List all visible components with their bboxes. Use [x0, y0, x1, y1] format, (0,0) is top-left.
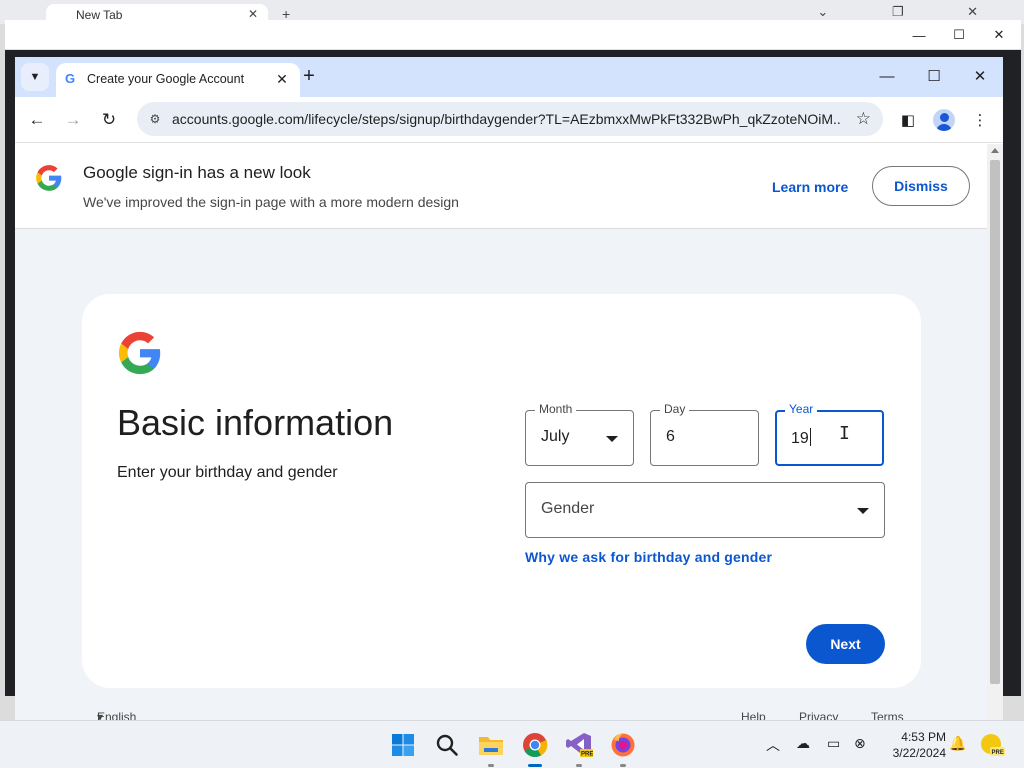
windows-start-icon[interactable]	[387, 729, 419, 761]
year-text: 19	[791, 430, 809, 447]
dismiss-button[interactable]: Dismiss	[872, 166, 970, 206]
chrome-icon[interactable]	[519, 729, 551, 767]
running-indicator	[576, 764, 582, 767]
page-title: Basic information	[117, 402, 394, 443]
running-indicator	[488, 764, 494, 767]
clock-time: 4:53 PM	[901, 730, 946, 744]
year-value: 19	[791, 428, 811, 448]
language-selector[interactable]: English (United States) ▾	[97, 710, 136, 720]
chevron-down-icon: ▼	[29, 71, 41, 83]
copilot-preview-icon[interactable]: PRE	[978, 731, 1006, 759]
day-label: Day	[660, 402, 690, 416]
month-label: Month	[535, 402, 577, 416]
preview-badge: PRE	[992, 750, 1004, 756]
chevron-up-icon[interactable]: ︿	[766, 735, 780, 755]
tab-strip: ▼ G Create your Google Account ✕ + — ☐ ✕	[15, 57, 1003, 97]
file-explorer-icon[interactable]	[475, 729, 507, 767]
url-text[interactable]: accounts.google.com/lifecycle/steps/sign…	[172, 111, 842, 127]
browser-toolbar: ← → ↻ ⚙ accounts.google.com/lifecycle/st…	[15, 97, 1003, 143]
running-indicator	[620, 764, 626, 767]
signup-card: Basic information Enter your birthday an…	[82, 294, 921, 688]
close-icon[interactable]: ✕	[979, 20, 1019, 50]
system-clock[interactable]: 4:53 PM 3/22/2024	[880, 729, 946, 761]
search-icon[interactable]	[431, 729, 463, 761]
month-select[interactable]: Month July	[525, 402, 634, 466]
forward-icon[interactable]: →	[60, 107, 86, 133]
window-controls: ⌄ ❐ ✕	[817, 4, 1008, 19]
outer-titlebar: — ☐ ✕	[5, 20, 1021, 50]
profile-button[interactable]	[931, 107, 957, 133]
google-logo-icon	[118, 331, 161, 375]
visual-studio-preview-icon[interactable]: PRE	[563, 729, 595, 767]
dropdown-arrow-icon	[857, 508, 869, 514]
tab-create-account[interactable]: G Create your Google Account ✕	[56, 63, 300, 97]
mouse-ibeam-cursor-icon: I	[839, 423, 850, 444]
text-cursor	[809, 428, 811, 446]
privacy-link[interactable]: Privacy	[799, 710, 838, 720]
avatar	[933, 109, 955, 131]
side-panel-icon[interactable]: ◧	[895, 107, 921, 133]
new-look-banner: Google sign-in has a new look We've impr…	[15, 144, 987, 229]
scroll-up-arrow-icon[interactable]	[991, 148, 999, 153]
terms-link[interactable]: Terms	[871, 710, 904, 720]
taskbar: PRE ︿ ☁ ▭ ⊗ 4:53 PM 3/22/2024 🔔 PRE	[0, 720, 1024, 768]
help-link[interactable]: Help	[741, 710, 766, 720]
page-footer: English (United States) ▾ Help Privacy T…	[97, 710, 917, 720]
day-input[interactable]: Day 6	[650, 402, 759, 466]
onedrive-offline-icon[interactable]: ☁	[796, 735, 810, 752]
maximize-icon[interactable]: ☐	[939, 20, 979, 50]
address-bar[interactable]: ⚙ accounts.google.com/lifecycle/steps/si…	[137, 102, 883, 136]
close-icon[interactable]: ✕	[960, 63, 1000, 89]
banner-subtitle: We've improved the sign-in page with a m…	[83, 194, 459, 210]
maximize-icon[interactable]: ☐	[914, 63, 954, 89]
tab-search-button[interactable]: ▼	[21, 63, 49, 91]
google-favicon-icon: G	[65, 71, 76, 86]
page-viewport: Google sign-in has a new look We've impr…	[15, 144, 987, 720]
why-we-ask-link[interactable]: Why we ask for birthday and gender	[525, 549, 772, 565]
browser-window: ▼ G Create your Google Account ✕ + — ☐ ✕…	[15, 57, 1003, 720]
reload-icon[interactable]: ↻	[96, 107, 122, 133]
network-disconnected-icon[interactable]: ⊗	[854, 735, 866, 752]
display-icon[interactable]: ▭	[827, 735, 840, 752]
learn-more-link[interactable]: Learn more	[772, 179, 848, 195]
year-input[interactable]: Year 19 I	[775, 402, 884, 466]
more-menu-icon[interactable]: ⋮	[967, 107, 993, 133]
next-button[interactable]: Next	[806, 624, 885, 664]
close-icon[interactable]: ✕	[248, 7, 258, 21]
day-value: 6	[666, 428, 675, 445]
firefox-icon[interactable]	[607, 729, 639, 767]
gender-select[interactable]: Gender	[525, 482, 885, 538]
close-icon[interactable]: ✕	[272, 69, 292, 89]
dropdown-arrow-icon	[606, 436, 618, 442]
minimize-icon[interactable]: —	[867, 63, 907, 89]
preview-badge: PRE	[581, 752, 593, 758]
banner-title: Google sign-in has a new look	[83, 163, 311, 182]
minimize-icon[interactable]: —	[899, 20, 939, 50]
page-subtitle: Enter your birthday and gender	[117, 464, 338, 481]
active-indicator	[528, 764, 542, 767]
year-label: Year	[785, 402, 818, 416]
back-icon[interactable]: ←	[24, 107, 50, 133]
clock-date: 3/22/2024	[892, 746, 946, 760]
language-label: English (United States)	[97, 710, 137, 720]
new-tab-button[interactable]: +	[297, 65, 321, 89]
site-settings-icon[interactable]: ⚙	[145, 109, 165, 129]
bookmark-star-icon[interactable]: ☆	[856, 109, 871, 129]
tab-title: Create your Google Account	[87, 72, 245, 86]
notification-bell-icon[interactable]: 🔔	[949, 735, 966, 752]
month-value: July	[541, 428, 570, 445]
google-logo-icon	[36, 165, 62, 191]
gender-placeholder: Gender	[541, 500, 595, 517]
scroll-thumb[interactable]	[990, 160, 1000, 684]
vertical-scrollbar[interactable]	[987, 144, 1003, 720]
